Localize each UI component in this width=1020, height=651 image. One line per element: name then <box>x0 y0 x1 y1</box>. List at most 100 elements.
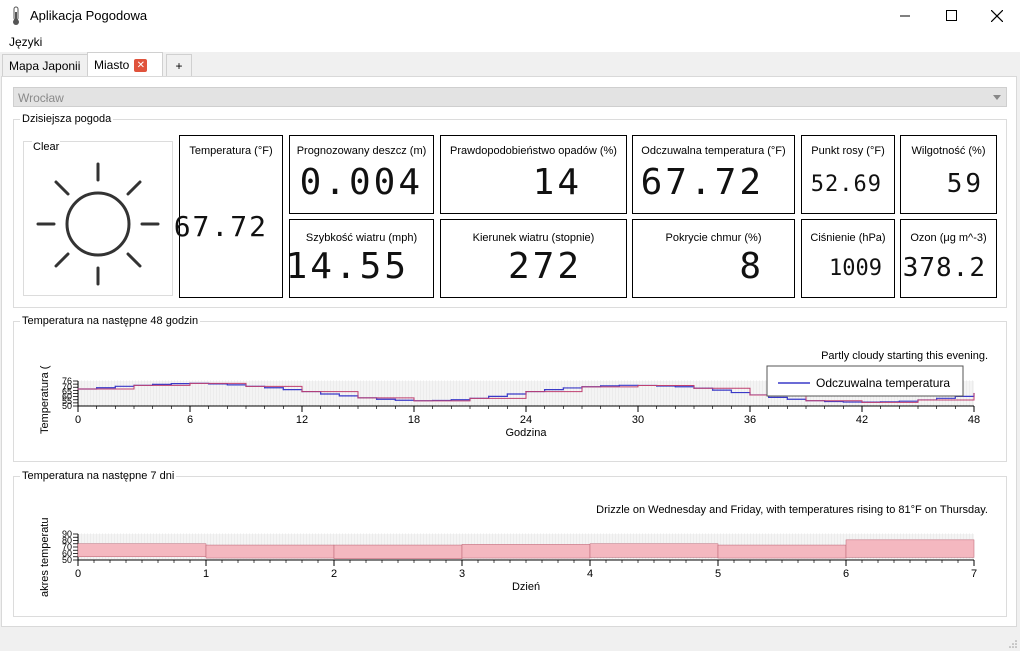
daily-range-bar <box>461 544 591 559</box>
hourly-point <box>488 395 490 397</box>
hourly-point <box>96 387 98 389</box>
wind-direction-label: Kierunek wiatru (stopnie) <box>472 232 595 244</box>
hourly-point <box>936 397 938 399</box>
hourly-summary: Partly cloudy starting this evening. <box>821 350 988 362</box>
hourly-point <box>282 389 284 391</box>
thermometer-icon <box>13 6 19 25</box>
cloud-cover-value: 8 <box>739 246 764 287</box>
hourly-y-tick-label: 50 <box>62 401 72 411</box>
hourly-x-tick-label: 42 <box>856 414 868 426</box>
temperature-label: Temperatura (°F) <box>189 145 273 157</box>
window-title: Aplikacja Pogodowa <box>30 8 148 23</box>
hourly-x-tick-label: 30 <box>632 414 644 426</box>
wind-direction-value: 272 <box>507 246 582 287</box>
hourly-point <box>730 391 732 394</box>
feels-like-value: 67.72 <box>640 162 764 203</box>
minimize-button[interactable] <box>882 0 928 31</box>
hourly-point <box>525 391 527 393</box>
daily-x-tick-label: 0 <box>75 568 81 580</box>
hourly-x-tick-label: 0 <box>75 414 81 426</box>
daily-summary: Drizzle on Wednesday and Friday, with te… <box>596 504 988 516</box>
feels-like-card: Odczuwalna temperatura (°F) 67.72 <box>632 135 795 214</box>
title-bar: Aplikacja Pogodowa <box>0 0 1020 31</box>
rain-card: Prognozowany deszcz (m) 0.004 <box>289 135 434 214</box>
humidity-card: Wilgotność (%) 59 <box>900 135 997 214</box>
add-tab-button[interactable]: + <box>166 54 192 76</box>
hourly-point <box>805 400 807 402</box>
hourly-point <box>133 384 135 387</box>
chevron-down-icon <box>993 95 1001 100</box>
sun-icon <box>36 162 160 286</box>
hourly-point <box>600 385 602 387</box>
hourly-point <box>693 387 695 389</box>
hourly-point <box>544 389 546 391</box>
wind-direction-card: Kierunek wiatru (stopnie) 272 <box>440 219 627 298</box>
wind-speed-card: Szybkość wiatru (mph) 14.55 <box>286 219 434 298</box>
hourly-point <box>450 399 452 401</box>
tab-japan-map[interactable]: Mapa Japonii <box>2 54 88 76</box>
precip-probability-value: 14 <box>532 162 582 203</box>
city-select[interactable]: Wrocław <box>13 87 1007 107</box>
hourly-x-tick-label: 36 <box>744 414 756 426</box>
temperature-card: Temperatura (°F) 67.72 <box>174 135 283 298</box>
hourly-point <box>581 386 583 388</box>
maximize-icon <box>945 10 957 21</box>
daily-range-bar <box>717 544 847 559</box>
legend-label: Odczuwalna temperatura <box>816 376 950 390</box>
close-icon <box>991 9 1003 22</box>
wind-speed-label: Szybkość wiatru (mph) <box>305 232 418 244</box>
hourly-point <box>413 400 415 402</box>
minimize-icon <box>899 15 910 17</box>
hourly-point <box>506 393 508 395</box>
hourly-x-tick-label: 12 <box>296 414 308 426</box>
daily-range-bar <box>845 539 975 558</box>
hourly-point <box>301 391 303 393</box>
cloud-cover-label: Pokrycie chmur (%) <box>665 232 762 244</box>
temperature-value: 67.72 <box>173 210 268 243</box>
today-group-title: Dzisiejsza pogoda <box>20 113 114 125</box>
daily-range-bar <box>333 544 463 559</box>
ozone-label: Ozon (μg m^-3) <box>910 232 987 244</box>
close-button[interactable] <box>974 0 1020 31</box>
resize-grip-icon[interactable] <box>1009 640 1017 648</box>
maximize-button[interactable] <box>928 0 974 31</box>
hourly-point <box>861 401 863 403</box>
hourly-point <box>637 384 639 387</box>
precip-probability-card: Prawdopodobieństwo opadów (%) 14 <box>440 135 627 214</box>
rain-label: Prognozowany deszcz (m) <box>296 145 427 157</box>
hourly-point <box>357 397 359 399</box>
daily-x-tick-label: 7 <box>971 568 977 580</box>
hourly-x-tick-label: 6 <box>187 414 193 426</box>
hourly-point <box>562 387 564 389</box>
tab-city[interactable]: Miasto ✕ <box>87 52 163 77</box>
hourly-point <box>618 384 620 386</box>
daily-x-tick-label: 4 <box>587 568 593 580</box>
city-select-value: Wrocław <box>18 91 64 105</box>
ozone-value: 378.2 <box>902 253 986 283</box>
daily-x-tick-label: 6 <box>843 568 849 580</box>
hourly-point <box>376 398 378 400</box>
menu-languages[interactable]: Języki <box>9 35 42 49</box>
hourly-point <box>712 389 714 391</box>
hourly-point <box>226 384 228 386</box>
hourly-point <box>170 382 172 385</box>
daily-x-tick-label: 1 <box>203 568 209 580</box>
hourly-point <box>394 399 396 401</box>
menu-bar: Języki <box>0 31 1020 52</box>
rain-value: 0.004 <box>299 162 423 203</box>
hourly-legend: Odczuwalna temperatura <box>766 365 964 397</box>
ozone-card: Ozon (μg m^-3) 378.2 <box>900 219 997 298</box>
hourly-point <box>114 385 116 387</box>
precip-probability-label: Prawdopodobieństwo opadów (%) <box>450 145 617 157</box>
daily-chart: Drizzle on Wednesday and Friday, with te… <box>39 504 988 597</box>
daily-y-axis-label: akres temperatu <box>39 518 51 597</box>
hourly-y-axis-label: Temperatura ( <box>39 365 51 434</box>
hourly-x-tick-label: 18 <box>408 414 420 426</box>
hourly-chart-group: Temperatura na następne 48 godzin Partly… <box>13 315 1007 462</box>
pressure-label: Ciśnienie (hPa) <box>810 232 886 244</box>
tab-close-icon[interactable]: ✕ <box>134 58 148 72</box>
daily-chart-group: Temperatura na następne 7 dni Drizzle on… <box>13 470 1007 617</box>
humidity-label: Wilgotność (%) <box>911 145 986 157</box>
daily-x-tick-label: 3 <box>459 568 465 580</box>
dew-point-value: 52.69 <box>810 172 882 197</box>
